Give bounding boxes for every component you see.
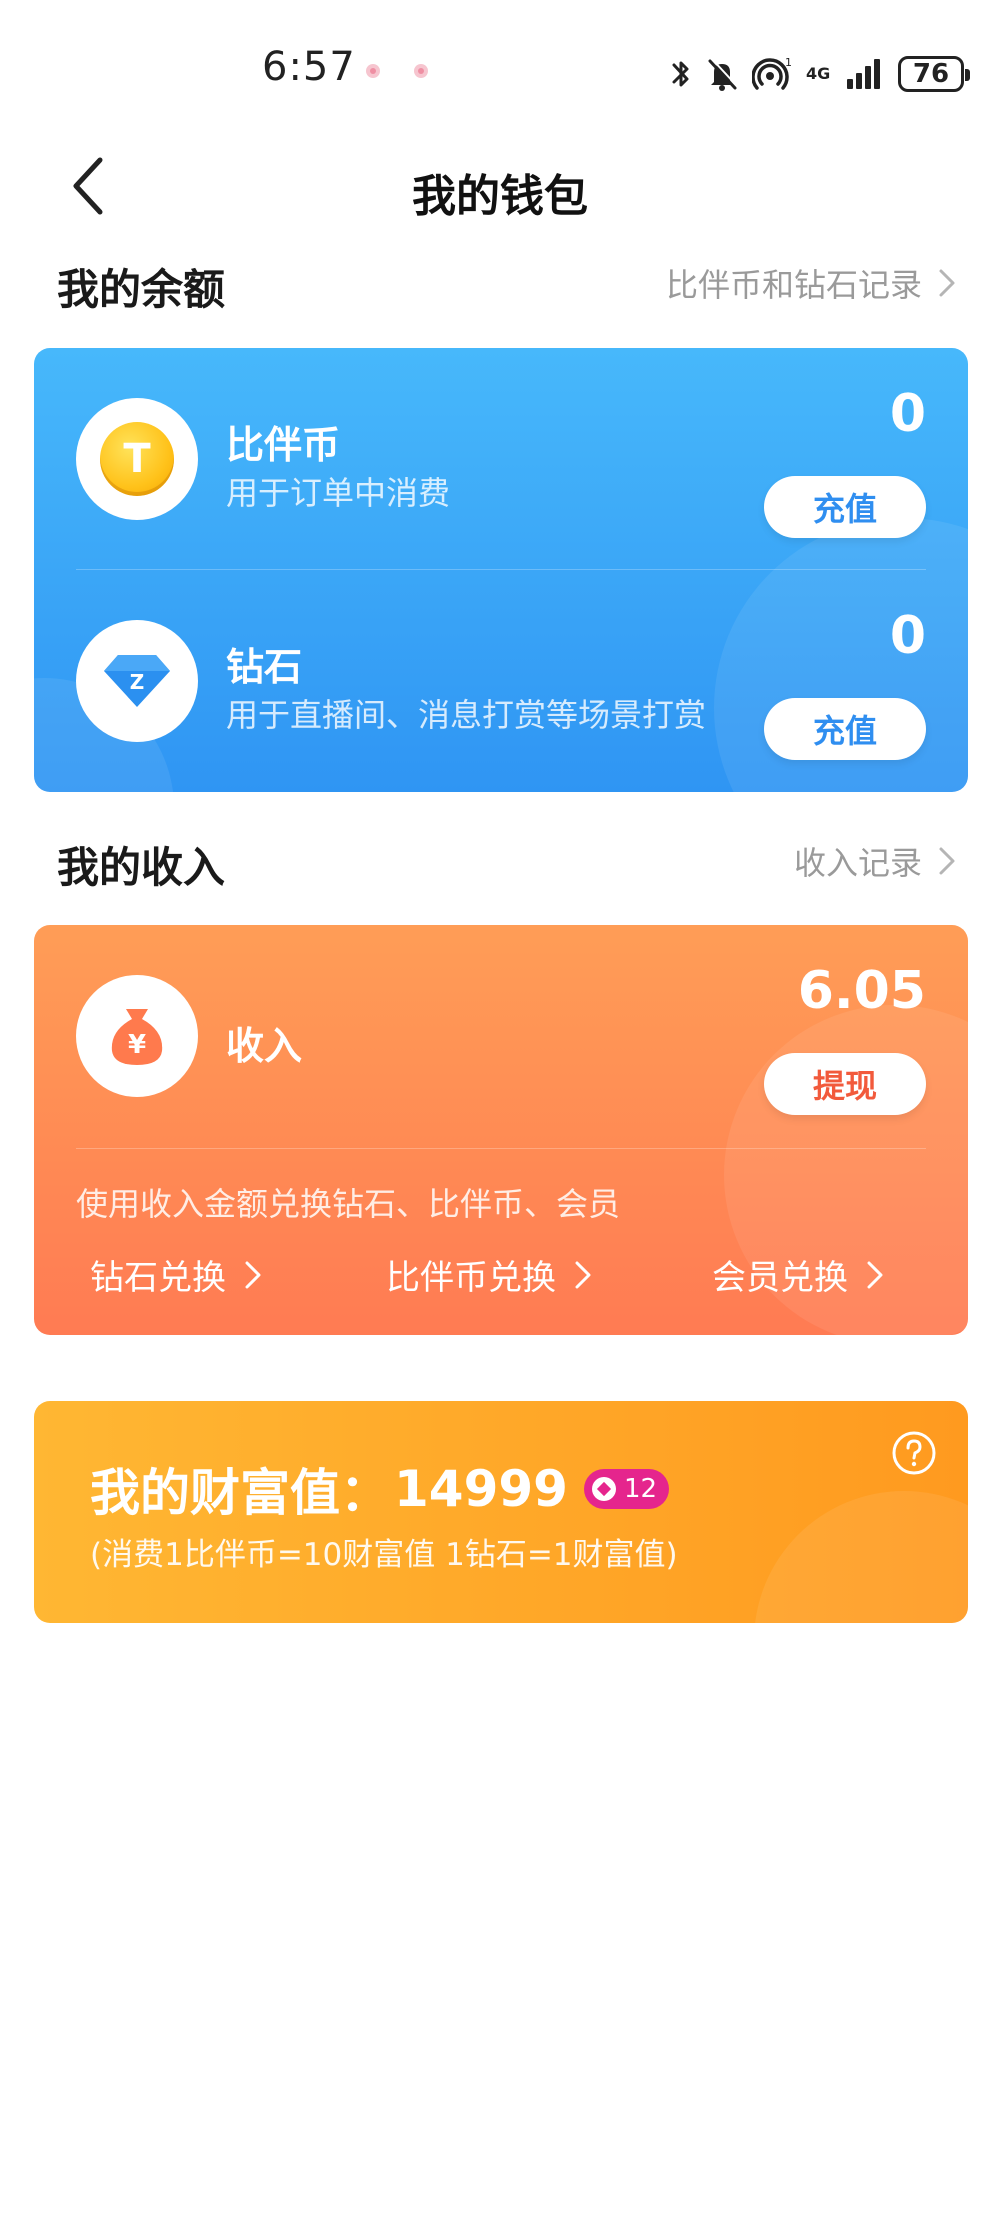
notification-dot-icon <box>366 64 380 78</box>
wealth-note: (消费1比伴币=10财富值 1钻石=1财富值) <box>90 1537 678 1573</box>
money-bag-icon-wrapper: ¥ <box>76 975 198 1097</box>
status-time: 6:57 <box>262 44 356 90</box>
wealth-level: 12 <box>623 1474 658 1504</box>
card-divider <box>76 569 926 570</box>
wealth-card: 我的财富值： 14999 12 (消费1比伴币=10财富值 1钻石=1财富值) <box>34 1401 968 1623</box>
coin-description: 用于订单中消费 <box>226 474 451 512</box>
network-type-label: 4G <box>806 64 831 83</box>
hotspot-icon: 1 <box>752 56 792 90</box>
battery-level: 76 <box>912 59 950 89</box>
bell-muted-icon <box>708 58 738 91</box>
chevron-right-icon <box>575 1261 591 1288</box>
wealth-level-badge: 12 <box>583 1469 670 1509</box>
notification-dot-icon <box>414 64 428 78</box>
coin-icon-wrapper: T <box>76 398 198 520</box>
page-title: 我的钱包 <box>412 171 588 222</box>
exchange-note: 使用收入金额兑换钻石、比伴币、会员 <box>76 1185 621 1223</box>
membership-exchange-link[interactable]: 会员兑换 <box>712 1250 886 1299</box>
diamond-title: 钻石 <box>226 645 303 689</box>
income-amount: 6.05 <box>797 961 926 1021</box>
svg-text:¥: ¥ <box>128 1030 146 1060</box>
income-card: ¥ 收入 6.05 提现 使用收入金额兑换钻石、比伴币、会员 钻石兑换 比伴币兑… <box>34 925 968 1335</box>
gem-icon <box>591 1477 616 1501</box>
chevron-right-icon <box>245 1261 261 1288</box>
income-records-link[interactable]: 收入记录 <box>794 838 958 884</box>
diamond-exchange-link[interactable]: 钻石兑换 <box>90 1250 264 1299</box>
wealth-line: 我的财富值： 14999 12 <box>90 1453 670 1525</box>
svg-text:Z: Z <box>130 670 145 694</box>
diamond-exchange-label: 钻石兑换 <box>90 1258 226 1298</box>
svg-text:1: 1 <box>785 56 792 69</box>
bluetooth-icon <box>672 61 689 87</box>
balance-records-link[interactable]: 比伴币和钻石记录 <box>666 260 958 306</box>
income-title: 收入 <box>226 1024 303 1068</box>
wealth-label: 我的财富值： <box>90 1464 390 1522</box>
coin-exchange-label: 比伴币兑换 <box>386 1258 556 1298</box>
balance-card: T 比伴币 用于订单中消费 0 充值 Z 钻石 用于直播间、消息打赏等场景打赏 … <box>34 348 968 792</box>
chevron-right-icon <box>939 269 955 297</box>
status-bar: 6:57 1 4G 76 <box>0 0 1000 140</box>
withdraw-button[interactable]: 提现 <box>764 1053 926 1115</box>
diamond-recharge-button[interactable]: 充值 <box>764 698 926 760</box>
coin-recharge-button[interactable]: 充值 <box>764 476 926 538</box>
help-icon[interactable] <box>890 1429 938 1477</box>
signal-icon <box>847 59 880 89</box>
coin-title: 比伴币 <box>226 423 341 467</box>
income-records-label: 收入记录 <box>793 844 922 882</box>
diamond-icon-wrapper: Z <box>76 620 198 742</box>
diamond-balance: 0 <box>889 606 926 666</box>
wealth-value: 14999 <box>394 1460 568 1518</box>
income-section-title: 我的收入 <box>57 843 226 892</box>
diamond-icon: Z <box>104 655 170 707</box>
chevron-right-icon <box>867 1261 883 1288</box>
card-divider <box>76 1148 926 1149</box>
membership-exchange-label: 会员兑换 <box>712 1258 848 1298</box>
balance-records-label: 比伴币和钻石记录 <box>665 266 922 304</box>
status-icons: 1 4G 76 <box>670 52 970 96</box>
card-decoration <box>754 1491 968 1623</box>
chevron-right-icon <box>939 847 955 875</box>
coin-balance: 0 <box>889 384 926 444</box>
money-bag-icon: ¥ <box>111 1009 163 1065</box>
battery-icon: 76 <box>898 56 970 92</box>
balance-section-title: 我的余额 <box>57 265 226 314</box>
diamond-description: 用于直播间、消息打赏等场景打赏 <box>226 696 707 734</box>
coin-exchange-link[interactable]: 比伴币兑换 <box>386 1250 594 1299</box>
coin-icon: T <box>100 422 174 496</box>
